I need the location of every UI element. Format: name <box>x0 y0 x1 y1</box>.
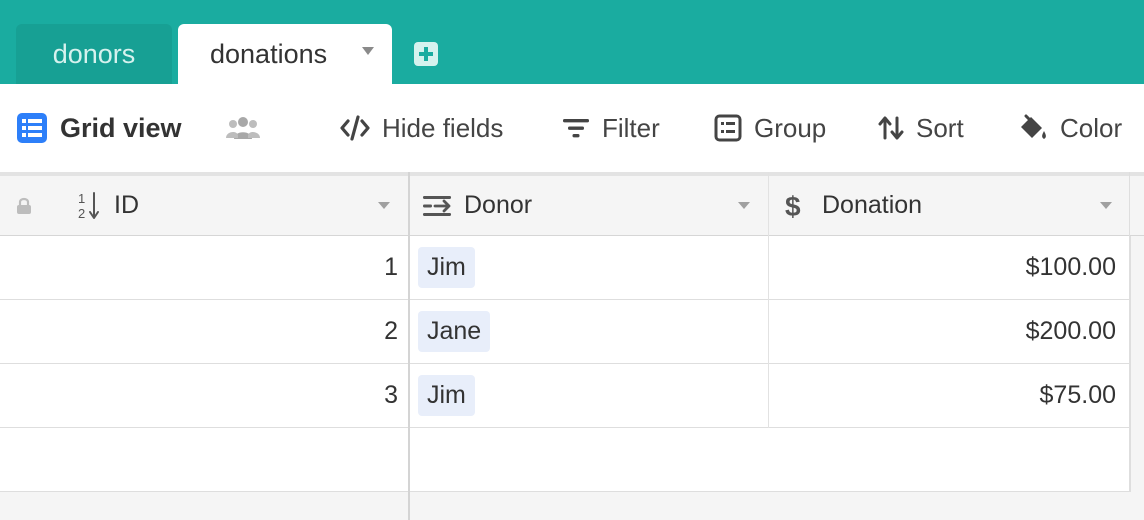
cell-donation[interactable]: $100.00 <box>770 236 1116 299</box>
chevron-down-icon[interactable] <box>1100 202 1112 209</box>
cell-donor[interactable]: Jim <box>418 236 758 299</box>
tab-label: donors <box>52 38 136 69</box>
column-header-row: 1 2 ID Donor $ Donation <box>0 172 1144 236</box>
svg-text:2: 2 <box>78 206 85 221</box>
svg-text:1: 1 <box>78 191 85 206</box>
cell-id[interactable]: 3 <box>0 364 398 427</box>
color-button[interactable]: Color <box>1018 84 1122 172</box>
filter-icon <box>563 119 589 138</box>
grid-right-edge <box>1130 236 1144 492</box>
column-header-id[interactable]: 1 2 ID <box>0 176 408 235</box>
svg-text:$: $ <box>785 191 801 221</box>
tab-label: donations <box>210 38 328 69</box>
data-grid: 1 2 ID Donor $ Donation 1 Jim $100.00 2 … <box>0 172 1144 520</box>
group-label: Group <box>754 112 827 143</box>
column-header-donor[interactable]: Donor <box>410 176 768 235</box>
lock-icon <box>17 197 31 214</box>
row-left-pane <box>0 428 408 491</box>
hide-fields-icon <box>340 115 370 141</box>
currency-icon: $ <box>785 191 801 221</box>
sort-icon <box>878 116 904 140</box>
add-table-icon[interactable] <box>414 42 438 66</box>
view-name: Grid view <box>60 112 182 143</box>
chevron-down-icon[interactable] <box>362 47 374 55</box>
column-label: Donation <box>822 191 923 219</box>
filter-label: Filter <box>602 112 660 143</box>
hide-fields-label: Hide fields <box>382 112 504 143</box>
color-label: Color <box>1060 112 1123 143</box>
column-label: ID <box>114 191 139 219</box>
chevron-down-icon[interactable] <box>378 202 390 209</box>
filter-button[interactable]: Filter <box>562 84 660 172</box>
frozen-column-divider <box>408 172 410 520</box>
column-header-donation[interactable]: $ Donation <box>770 176 1130 235</box>
grid-view-icon <box>17 113 47 143</box>
linked-record-chip[interactable]: Jim <box>418 375 475 416</box>
view-toolbar: Grid view Hide fields Filter Group Sort … <box>0 84 1144 172</box>
number-icon: 1 2 <box>78 191 99 221</box>
cell-donation[interactable]: $75.00 <box>770 364 1116 427</box>
group-button[interactable]: Group <box>714 84 826 172</box>
tab-donors[interactable]: donors <box>16 24 172 84</box>
hide-fields-button[interactable]: Hide fields <box>340 84 503 172</box>
linked-record-chip[interactable]: Jane <box>418 311 491 352</box>
view-switcher[interactable]: Grid view <box>16 84 182 172</box>
table-tab-bar: donors donations <box>0 0 1144 84</box>
row-right-pane <box>410 428 1130 491</box>
cell-donation[interactable]: $200.00 <box>770 300 1116 363</box>
table-row[interactable]: 3 Jim $75.00 <box>0 364 1130 428</box>
cell-donor[interactable]: Jim <box>418 364 758 427</box>
cell-donor[interactable]: Jane <box>418 300 758 363</box>
sort-label: Sort <box>916 112 964 143</box>
link-record-icon <box>423 195 451 216</box>
add-record-row[interactable] <box>0 428 1130 492</box>
paint-bucket-icon <box>1021 114 1046 139</box>
collaborators-button[interactable] <box>226 84 260 172</box>
linked-record-chip[interactable]: Jim <box>418 247 475 288</box>
tab-donations[interactable]: donations <box>178 24 392 84</box>
table-row[interactable]: 2 Jane $200.00 <box>0 300 1130 364</box>
chevron-down-icon[interactable] <box>738 202 750 209</box>
column-separator <box>768 172 769 428</box>
users-icon <box>226 117 260 139</box>
column-separator <box>1129 172 1130 492</box>
table-row[interactable]: 1 Jim $100.00 <box>0 236 1130 300</box>
cell-id[interactable]: 1 <box>0 236 398 299</box>
cell-id[interactable]: 2 <box>0 300 398 363</box>
group-icon <box>714 114 742 142</box>
column-label: Donor <box>464 191 533 219</box>
sort-button[interactable]: Sort <box>878 84 964 172</box>
